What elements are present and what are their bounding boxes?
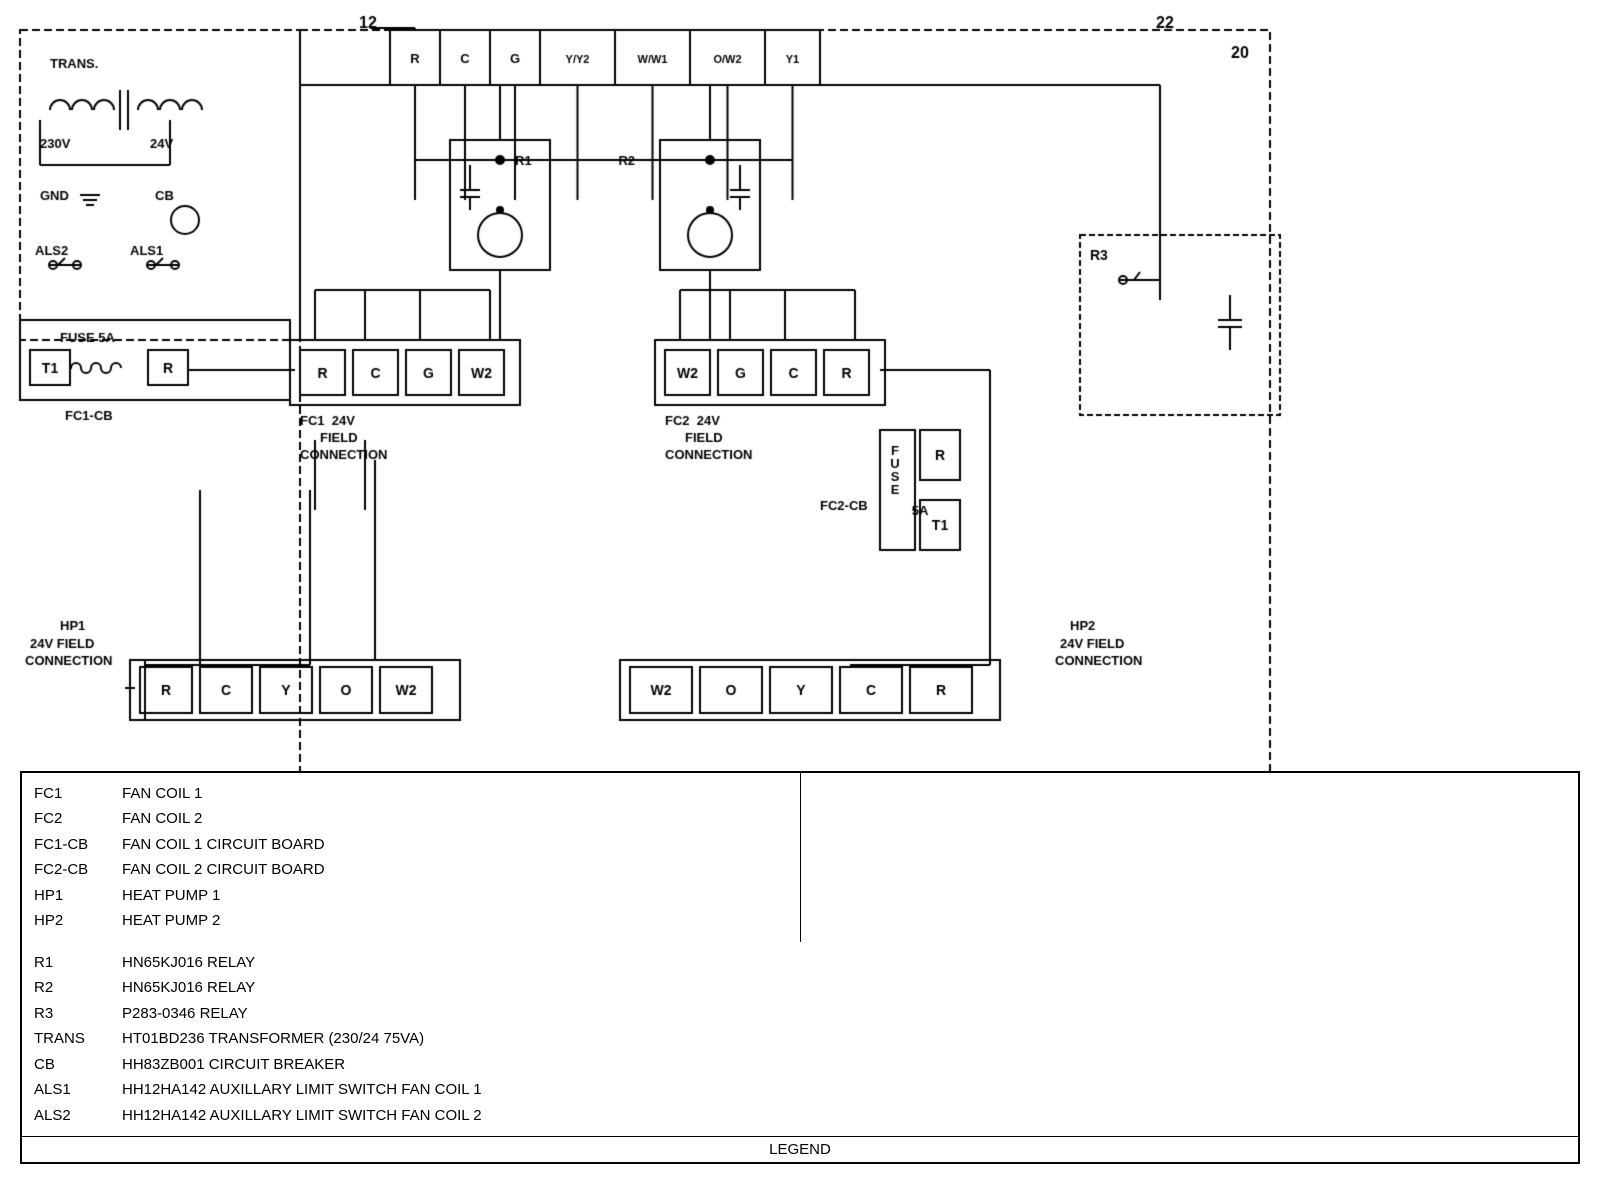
legend-row-r3: R3 P283-0346 RELAY [34, 1001, 788, 1027]
legend-code: HP1 [34, 883, 114, 909]
legend-table: FC1 FAN COIL 1 FC2 FAN COIL 2 FC1-CB FAN… [20, 771, 1580, 1165]
legend-code: R1 [34, 950, 114, 976]
legend-code: CB [34, 1052, 114, 1078]
legend-row-als2: ALS2 HH12HA142 AUXILLARY LIMIT SWITCH FA… [34, 1103, 788, 1129]
legend-code: FC2-CB [34, 857, 114, 883]
legend-row-hp1: HP1 HEAT PUMP 1 [34, 883, 788, 909]
legend-desc: FAN COIL 1 [122, 781, 788, 807]
legend-left: FC1 FAN COIL 1 FC2 FAN COIL 2 FC1-CB FAN… [22, 773, 800, 942]
legend-desc: FAN COIL 2 [122, 806, 788, 832]
legend-desc: P283-0346 RELAY [122, 1001, 788, 1027]
legend-row-fc2: FC2 FAN COIL 2 [34, 806, 788, 832]
legend-code: FC1 [34, 781, 114, 807]
legend-desc: HN65KJ016 RELAY [122, 975, 788, 1001]
legend-desc: HH12HA142 AUXILLARY LIMIT SWITCH FAN COI… [122, 1077, 788, 1103]
legend-row-fc2cb: FC2-CB FAN COIL 2 CIRCUIT BOARD [34, 857, 788, 883]
legend-row-fc1: FC1 FAN COIL 1 [34, 781, 788, 807]
main-container: FC1 FAN COIL 1 FC2 FAN COIL 2 FC1-CB FAN… [0, 0, 1600, 1184]
legend-row-r2: R2 HN65KJ016 RELAY [34, 975, 788, 1001]
legend-desc: HH83ZB001 CIRCUIT BREAKER [122, 1052, 788, 1078]
legend-code: R3 [34, 1001, 114, 1027]
legend-desc: FAN COIL 2 CIRCUIT BOARD [122, 857, 788, 883]
legend-row-trans: TRANS HT01BD236 TRANSFORMER (230/24 75VA… [34, 1026, 788, 1052]
legend-right: R1 HN65KJ016 RELAY R2 HN65KJ016 RELAY R3… [22, 942, 800, 1137]
legend-code: ALS1 [34, 1077, 114, 1103]
legend-desc: HEAT PUMP 2 [122, 908, 788, 934]
legend-code: ALS2 [34, 1103, 114, 1129]
legend-row-cb: CB HH83ZB001 CIRCUIT BREAKER [34, 1052, 788, 1078]
legend-desc: HN65KJ016 RELAY [122, 950, 788, 976]
legend-desc: HEAT PUMP 1 [122, 883, 788, 909]
wiring-diagram [0, 0, 1600, 870]
legend-code: FC1-CB [34, 832, 114, 858]
legend-code: HP2 [34, 908, 114, 934]
legend-desc: FAN COIL 1 CIRCUIT BOARD [122, 832, 788, 858]
legend-desc: HT01BD236 TRANSFORMER (230/24 75VA) [122, 1026, 788, 1052]
legend-row-r1: R1 HN65KJ016 RELAY [34, 950, 788, 976]
legend-row-als1: ALS1 HH12HA142 AUXILLARY LIMIT SWITCH FA… [34, 1077, 788, 1103]
legend-desc: HH12HA142 AUXILLARY LIMIT SWITCH FAN COI… [122, 1103, 788, 1129]
legend-row-hp2: HP2 HEAT PUMP 2 [34, 908, 788, 934]
legend-row-fc1cb: FC1-CB FAN COIL 1 CIRCUIT BOARD [34, 832, 788, 858]
legend-footer: LEGEND [22, 1136, 1578, 1162]
legend-code: FC2 [34, 806, 114, 832]
legend-code: TRANS [34, 1026, 114, 1052]
legend-code: R2 [34, 975, 114, 1001]
